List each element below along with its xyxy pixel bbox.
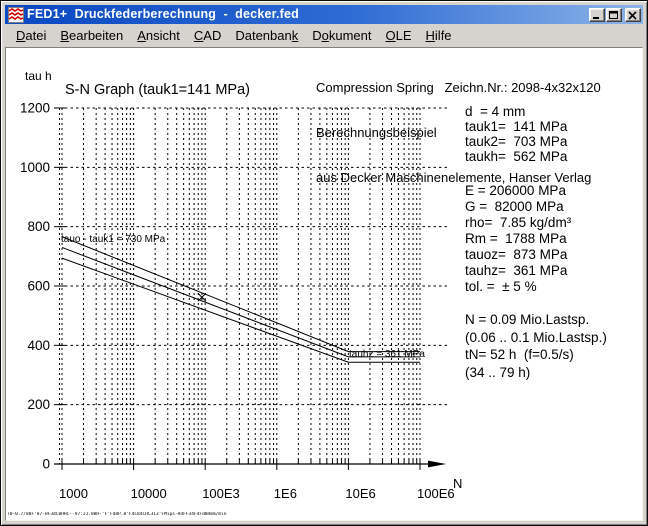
app-icon [8,7,24,23]
param-block-3: N = 0.09 Mio.Lastsp.(0.06 .. 0.1 Mio.Las… [465,311,607,381]
app-window: FED1+ Druckfederberechnung - decker.fed [0,0,648,526]
param-line: E = 206000 MPa [465,183,607,199]
param-line: (34 .. 79 h) [465,364,607,382]
param-line: tauk1= 141 MPa [465,119,607,134]
menu-item-ole[interactable]: OLE [379,25,419,47]
param-line: d = 4 mm [465,104,607,119]
menu-item-datei[interactable]: Datei [9,25,53,47]
menu-item-datenbank[interactable]: Datenbank [228,25,305,47]
maximize-button[interactable] [606,8,622,22]
param-line: G = 82000 MPa [465,199,607,215]
param-block-1: d = 4 mmtauk1= 141 MPatauk2= 703 MPatauk… [465,104,607,164]
close-icon [628,11,638,20]
param-line: (0.06 .. 0.1 Mio.Lastsp.) [465,329,607,347]
spring-parameters: d = 4 mmtauk1= 141 MPatauk2= 703 MPatauk… [465,104,607,381]
param-line: tauhz= 361 MPa [465,263,607,279]
param-line: Rm = 1788 MPa [465,231,607,247]
close-button[interactable] [625,8,641,22]
param-line: tol. = ± 5 % [465,279,607,295]
status-text: 70-0.7/88F'87-HF3dC0HHC--97:2J.88H-'F'Fd… [7,512,447,519]
menu-item-ansicht[interactable]: Ansicht [130,25,187,47]
minimize-button[interactable] [589,8,605,22]
maximize-icon [609,11,619,20]
param-line: tN= 52 h (f=0.5/s) [465,346,607,364]
param-line: tauoz= 873 MPa [465,247,607,263]
header-line-1: Compression Spring Zeichn.Nr.: 2098-4x32… [316,80,601,95]
menu-item-bearbeiten[interactable]: Bearbeiten [53,25,130,47]
param-line: N = 0.09 Mio.Lastsp. [465,311,607,329]
minimize-icon [592,11,602,19]
menu-bar: DateiBearbeitenAnsichtCADDatenbankDokume… [5,24,643,47]
menu-item-cad[interactable]: CAD [187,25,228,47]
menu-item-hilfe[interactable]: Hilfe [419,25,459,47]
window-title: FED1+ Druckfederberechnung - decker.fed [27,5,589,24]
param-line: taukh= 562 MPa [465,149,607,164]
param-line: rho= 7.85 kg/dm³ [465,215,607,231]
param-block-2: E = 206000 MPaG = 82000 MParho= 7.85 kg/… [465,183,607,295]
param-line: tauk2= 703 MPa [465,134,607,149]
title-bar[interactable]: FED1+ Druckfederberechnung - decker.fed [5,5,643,24]
menu-item-dokument[interactable]: Dokument [305,25,378,47]
